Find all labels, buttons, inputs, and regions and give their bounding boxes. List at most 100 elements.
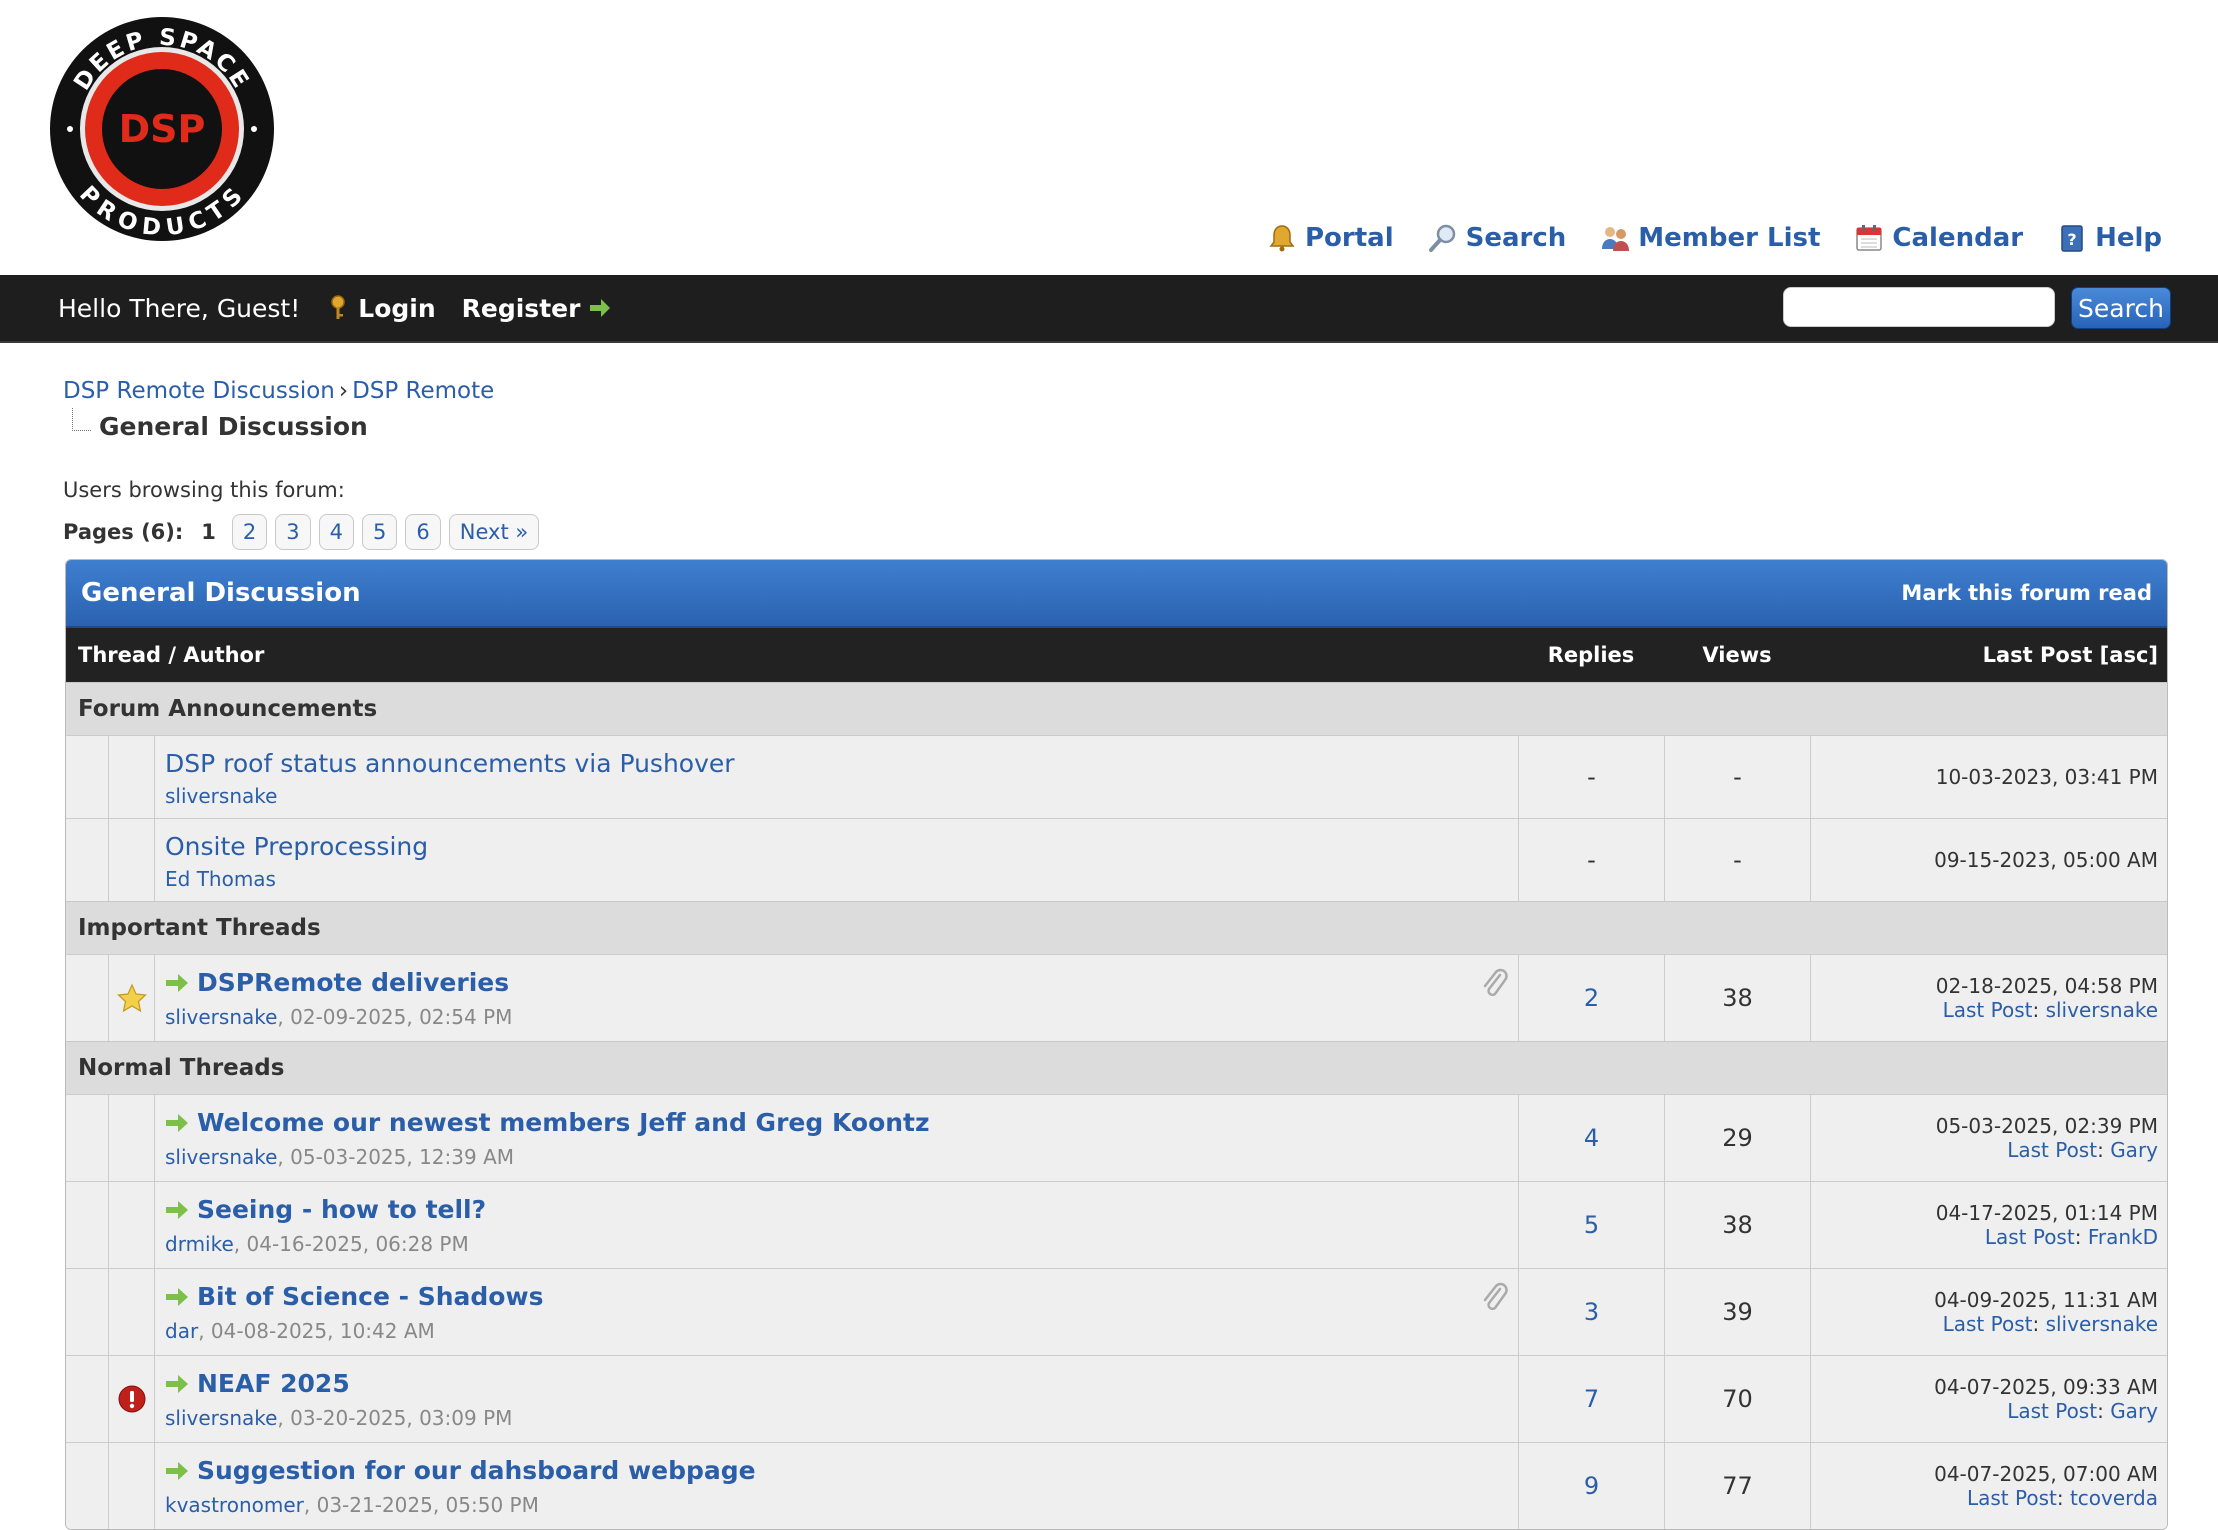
lastpost-date: 09-15-2023, 05:00 AM <box>1934 848 2158 872</box>
go-to-first-unread-arrow-icon[interactable] <box>165 1200 189 1220</box>
thread-author-link[interactable]: sliversnake <box>165 1005 277 1029</box>
replies-cell: - <box>1519 819 1665 901</box>
top-links: Portal Search Member List Calendar ? Hel… <box>1267 223 2162 253</box>
subject-cell: DSPRemote deliveries sliversnake, 02-09-… <box>155 955 1519 1041</box>
go-to-first-unread-arrow-icon[interactable] <box>165 1461 189 1481</box>
tree-connector <box>72 408 91 431</box>
help-label: Help <box>2095 223 2162 253</box>
login-link[interactable]: Login <box>326 294 436 323</box>
page-link-3[interactable]: 3 <box>275 514 311 550</box>
lastpost-link[interactable]: Last Post <box>2007 1399 2097 1423</box>
lastpost-user-link[interactable]: sliversnake <box>2046 1312 2158 1336</box>
search-link-label: Search <box>1465 223 1567 253</box>
go-to-first-unread-arrow-icon[interactable] <box>165 1374 189 1394</box>
lastpost-link[interactable]: Last Post <box>1943 998 2033 1022</box>
paperclip-icon <box>1483 1282 1508 1311</box>
calendar-icon <box>1856 225 1883 251</box>
folder-cell <box>66 819 109 901</box>
announcement-author-link[interactable]: Ed Thomas <box>165 867 276 891</box>
views-cell: 29 <box>1665 1095 1811 1181</box>
replies-link[interactable]: 3 <box>1584 1298 1599 1326</box>
help-link[interactable]: ? Help <box>2057 223 2162 253</box>
forum-title: General Discussion <box>81 578 361 608</box>
icon-cell <box>109 1269 155 1355</box>
thread-date: , 05-03-2025, 12:39 AM <box>277 1145 515 1169</box>
go-to-first-unread-arrow-icon[interactable] <box>165 1287 189 1307</box>
lastpost-user-link[interactable]: FrankD <box>2088 1225 2158 1249</box>
lastpost-info: Last Post: Gary <box>2007 1138 2158 1162</box>
mark-forum-read-link[interactable]: Mark this forum read <box>1901 581 2152 605</box>
thread-author-link[interactable]: sliversnake <box>165 1145 277 1169</box>
thread-title-link[interactable]: NEAF 2025 <box>197 1369 350 1398</box>
replies-link[interactable]: 9 <box>1584 1472 1599 1500</box>
thread-date: , 04-16-2025, 06:28 PM <box>233 1232 469 1256</box>
lastpost-date: 02-18-2025, 04:58 PM <box>1935 974 2158 998</box>
portal-link[interactable]: Portal <box>1267 223 1394 253</box>
thread-row: DSPRemote deliveries sliversnake, 02-09-… <box>66 954 2167 1041</box>
lastpost-user-link[interactable]: tcoverda <box>2070 1486 2158 1510</box>
thread-date: , 04-08-2025, 10:42 AM <box>198 1319 435 1343</box>
search-input[interactable] <box>1783 287 2055 327</box>
announcement-row: DSP roof status announcements via Pushov… <box>66 735 2167 818</box>
thread-author-link[interactable]: dar <box>165 1319 198 1343</box>
thread-title-link[interactable]: Welcome our newest members Jeff and Greg… <box>197 1108 930 1137</box>
register-link[interactable]: Register <box>462 294 613 323</box>
lastpost-cell: 05-03-2025, 02:39 PM Last Post: Gary <box>1811 1095 2167 1181</box>
announcement-author-link[interactable]: sliversnake <box>165 784 277 808</box>
thread-row: Suggestion for our dahsboard webpage kva… <box>66 1442 2167 1529</box>
go-to-first-unread-arrow-icon[interactable] <box>165 973 189 993</box>
announcement-title-link[interactable]: DSP roof status announcements via Pushov… <box>165 749 735 778</box>
replies-link[interactable]: 2 <box>1584 984 1599 1012</box>
next-page-link[interactable]: Next » <box>448 514 540 550</box>
replies-link[interactable]: 5 <box>1584 1211 1599 1239</box>
lastpost-link[interactable]: Last Post <box>1943 1312 2033 1336</box>
register-label: Register <box>461 293 581 323</box>
go-to-first-unread-arrow-icon[interactable] <box>165 1113 189 1133</box>
thread-author-link[interactable]: sliversnake <box>165 1406 277 1430</box>
announcement-title-link[interactable]: Onsite Preprocessing <box>165 832 428 861</box>
lastpost-user-link[interactable]: sliversnake <box>2046 998 2158 1022</box>
search-button[interactable]: Search <box>2071 287 2171 329</box>
lastpost-link[interactable]: Last Post <box>2007 1138 2097 1162</box>
page-link-4[interactable]: 4 <box>318 514 355 550</box>
lastpost-cell: 04-07-2025, 07:00 AM Last Post: tcoverda <box>1811 1443 2167 1529</box>
thread-title-link[interactable]: Bit of Science - Shadows <box>197 1282 543 1311</box>
col-views[interactable]: Views <box>1637 643 1837 667</box>
portal-label: Portal <box>1305 223 1394 253</box>
users-browsing: Users browsing this forum: <box>63 478 345 502</box>
col-thread-author[interactable]: Thread / Author <box>78 643 264 667</box>
icon-cell <box>109 736 155 818</box>
replies-cell: 5 <box>1519 1182 1665 1268</box>
thread-author-link[interactable]: drmike <box>165 1232 234 1256</box>
thread-author-link[interactable]: kvastronomer <box>165 1493 304 1517</box>
icon-cell <box>109 1356 155 1442</box>
thread-title-link[interactable]: DSPRemote deliveries <box>197 968 509 997</box>
views-cell: 39 <box>1665 1269 1811 1355</box>
lastpost-user-link[interactable]: Gary <box>2110 1399 2158 1423</box>
thread-title-link[interactable]: Suggestion for our dahsboard webpage <box>197 1456 756 1485</box>
col-last-post[interactable]: Last Post [asc] <box>1983 643 2158 667</box>
lastpost-link[interactable]: Last Post <box>1985 1225 2075 1249</box>
lastpost-user-link[interactable]: Gary <box>2110 1138 2158 1162</box>
member-list-link[interactable]: Member List <box>1600 223 1820 253</box>
magnifier-icon <box>1428 224 1455 252</box>
page-link-6[interactable]: 6 <box>405 514 441 550</box>
replies-link[interactable]: 4 <box>1584 1124 1599 1152</box>
page-link-2[interactable]: 2 <box>231 514 268 550</box>
lastpost-link[interactable]: Last Post <box>1967 1486 2057 1510</box>
user-panel: Hello There, Guest! Login Register Searc… <box>0 275 2218 343</box>
exclamation-icon <box>118 1385 145 1413</box>
thread-title-link[interactable]: Seeing - how to tell? <box>197 1195 486 1224</box>
thread-table: General Discussion Mark this forum read … <box>65 559 2168 1530</box>
page-link-5[interactable]: 5 <box>362 514 398 550</box>
breadcrumb-link-dsp-remote[interactable]: DSP Remote <box>352 378 494 404</box>
icon-cell <box>109 819 155 901</box>
dsp-logo[interactable]: DEEP SPACE PRODUCTS DSP <box>48 15 276 243</box>
thread-date: , 03-20-2025, 03:09 PM <box>277 1406 513 1430</box>
pages-label: Pages (6): <box>63 520 184 544</box>
replies-link[interactable]: 7 <box>1584 1385 1599 1413</box>
folder-cell <box>66 1356 109 1442</box>
calendar-link[interactable]: Calendar <box>1854 223 2023 253</box>
breadcrumb-link-root[interactable]: DSP Remote Discussion <box>63 378 335 404</box>
search-link[interactable]: Search <box>1428 223 1567 253</box>
